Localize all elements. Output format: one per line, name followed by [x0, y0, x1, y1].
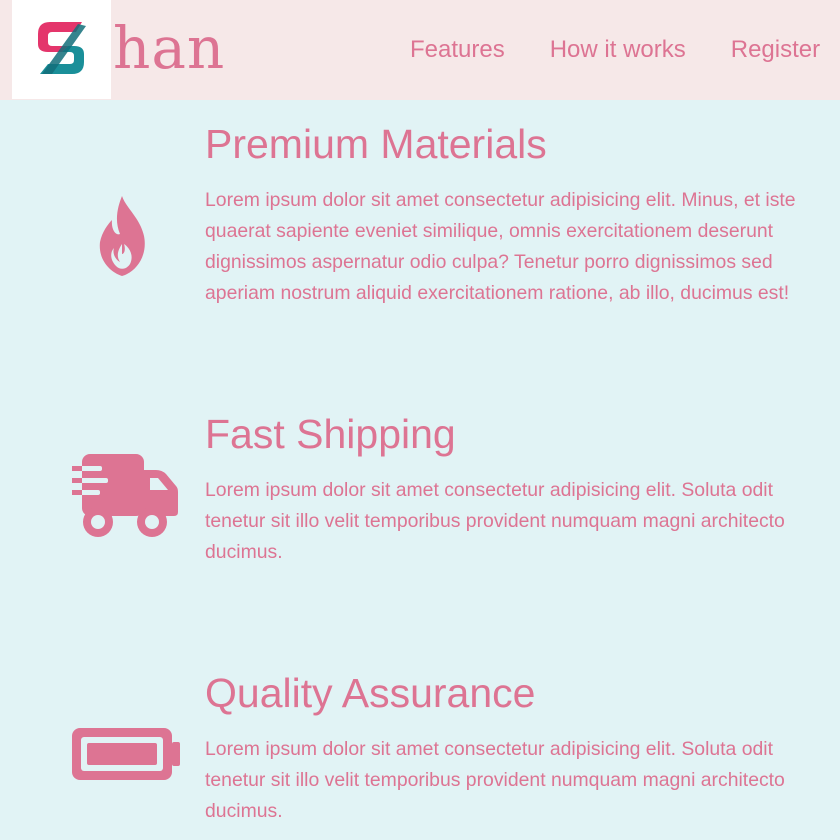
feature-description: Lorem ipsum dolor sit amet consectetur a…	[205, 479, 785, 563]
landing-page: han Features How it works Register Premi…	[0, 0, 840, 840]
feature-description: Lorem ipsum dolor sit amet consectetur a…	[205, 738, 785, 822]
feature-description: Lorem ipsum dolor sit amet consectetur a…	[205, 189, 796, 304]
feature-title: Fast Shipping	[205, 411, 456, 457]
logo[interactable]	[12, 0, 111, 99]
battery-full-icon	[72, 728, 180, 780]
main-nav: Features How it works Register	[410, 32, 820, 68]
feature-title: Premium Materials	[205, 121, 547, 167]
nav-register-link[interactable]: Register	[731, 32, 820, 68]
fire-icon	[99, 196, 145, 276]
site-header: han Features How it works Register	[0, 0, 840, 100]
shipping-truck-icon	[72, 454, 178, 537]
feature-title: Quality Assurance	[205, 670, 536, 716]
brand-name: han	[113, 14, 226, 82]
nav-how-it-works-link[interactable]: How it works	[550, 32, 686, 68]
nav-features-link[interactable]: Features	[410, 32, 505, 68]
s-logo-icon	[38, 22, 86, 74]
